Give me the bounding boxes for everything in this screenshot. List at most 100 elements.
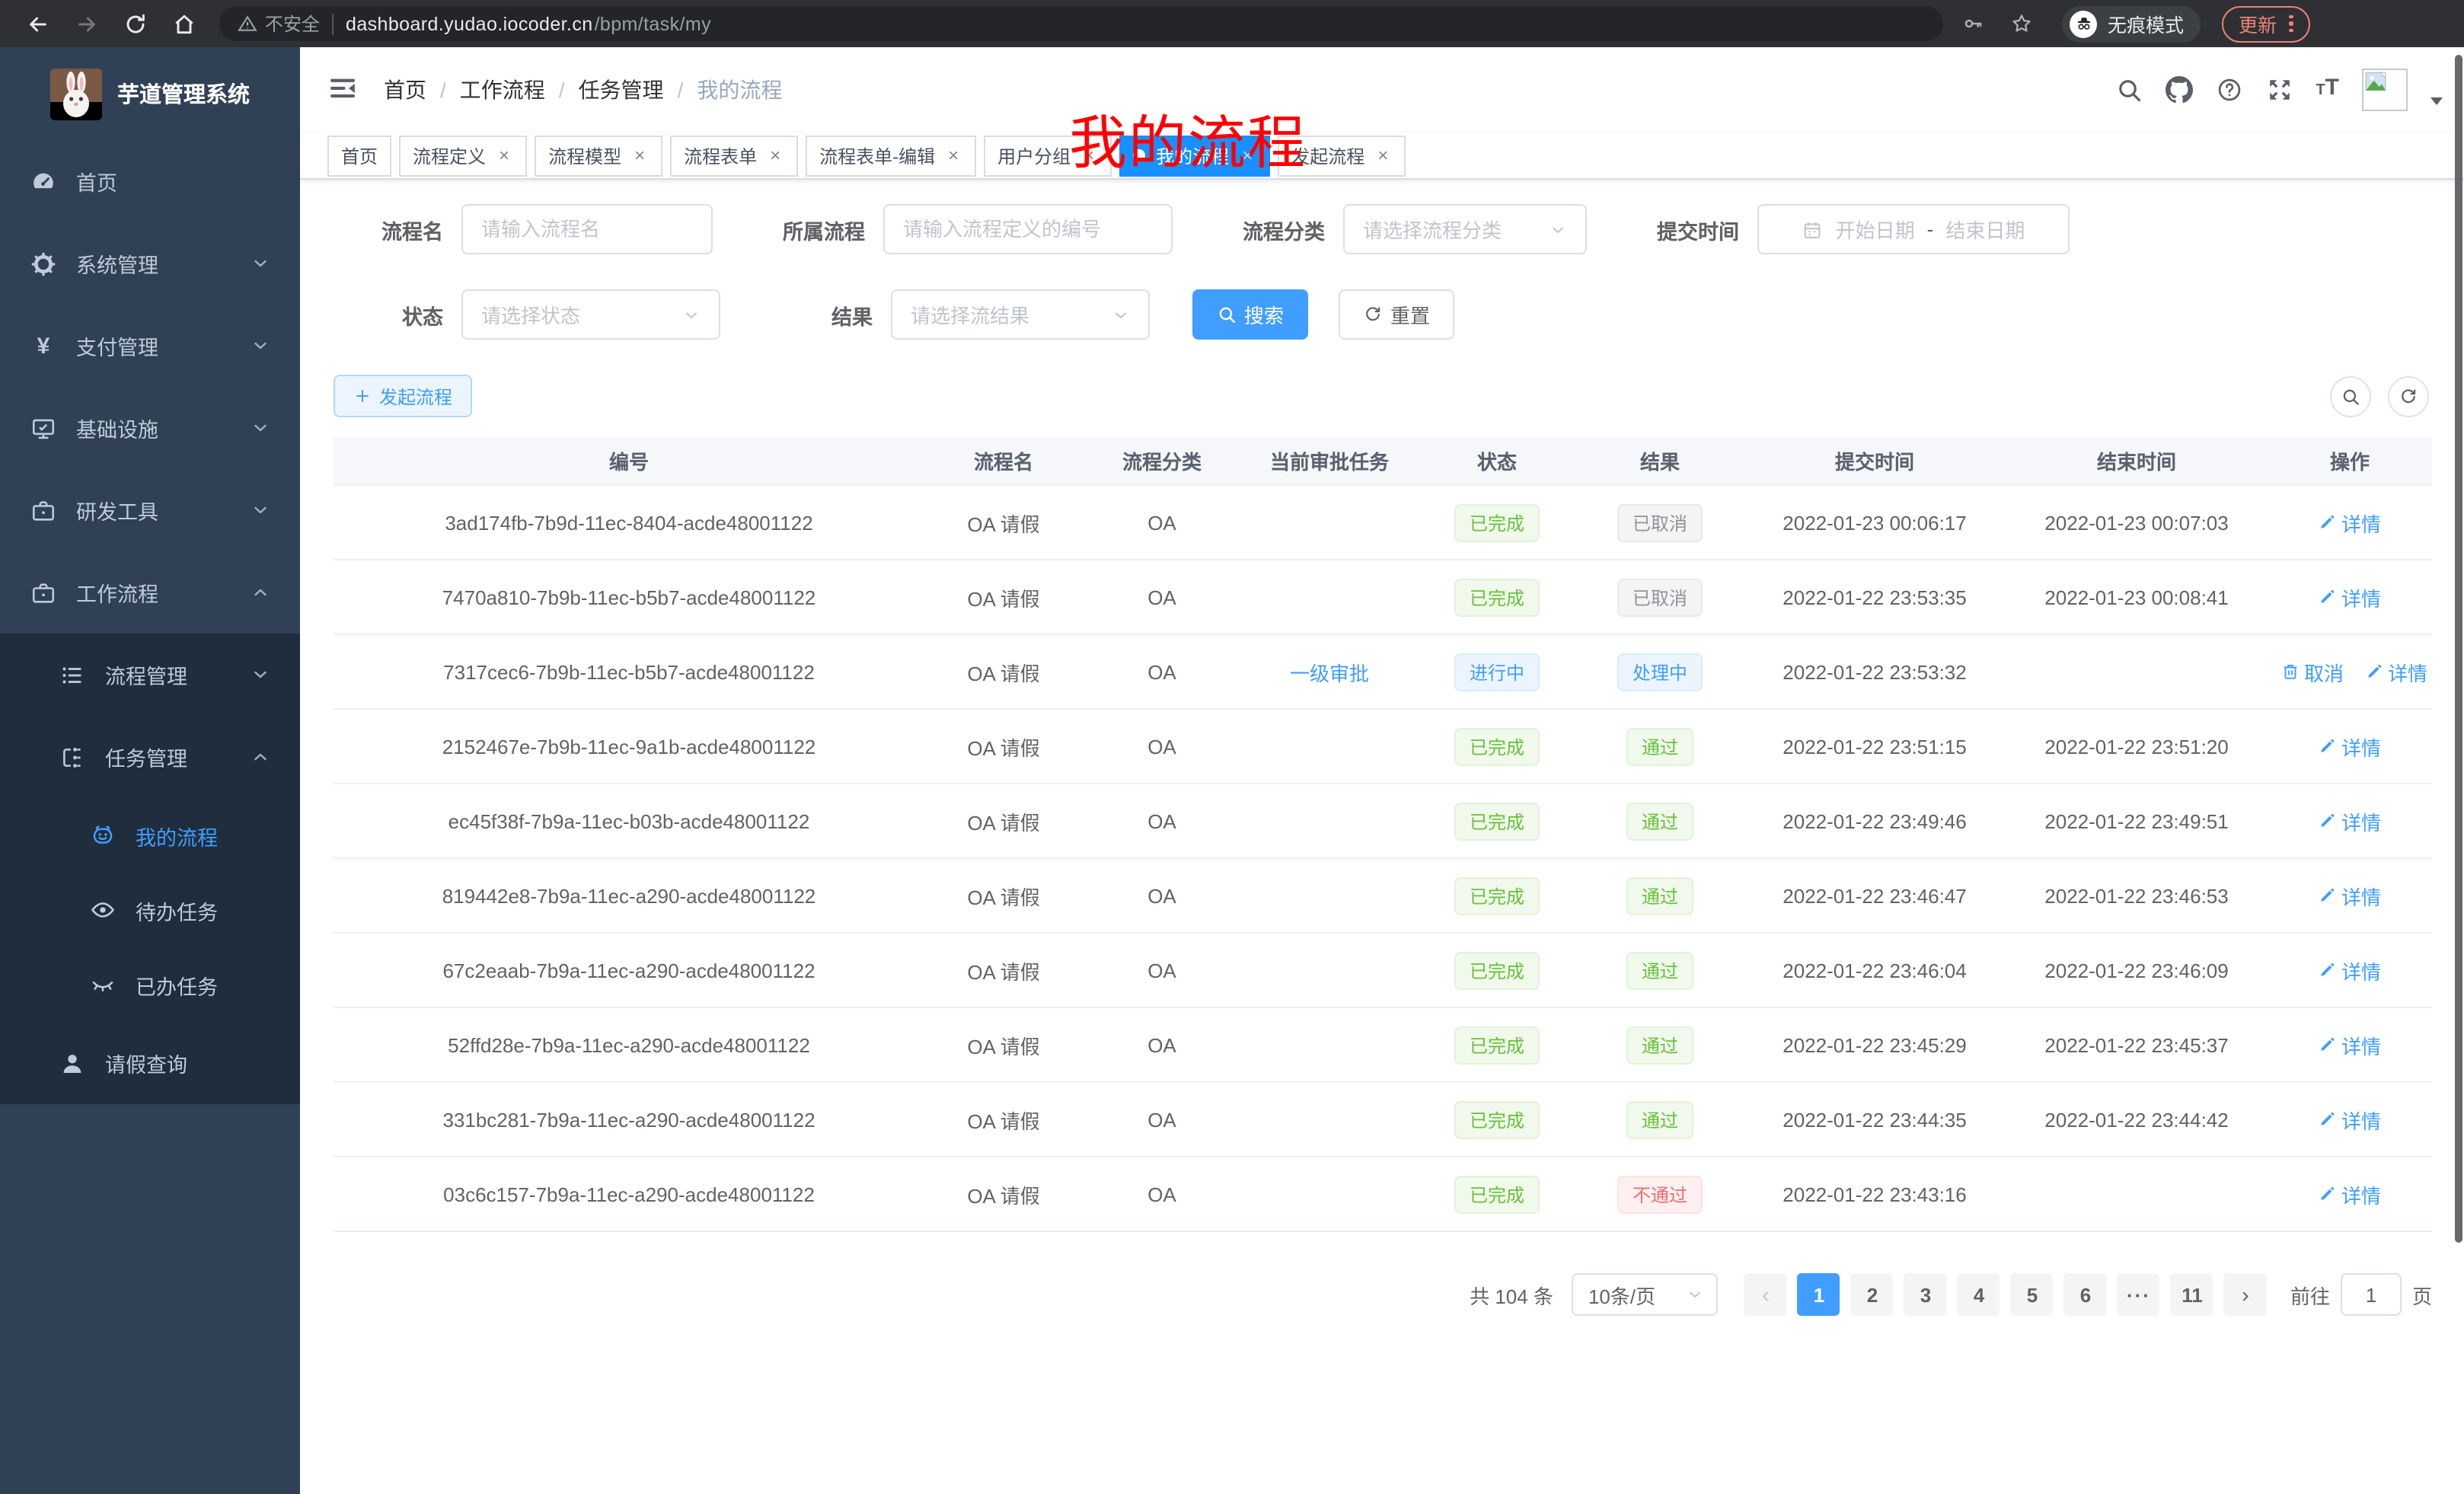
more-pages-button[interactable]: ··· xyxy=(2118,1273,2160,1316)
close-icon[interactable]: × xyxy=(1080,145,1098,166)
sidebar-toggle-icon[interactable] xyxy=(327,73,361,107)
detail-link[interactable]: 详情 xyxy=(2319,1180,2381,1208)
page-button-5[interactable]: 5 xyxy=(2011,1273,2054,1316)
cell-result: 已取消 xyxy=(1576,560,1744,634)
close-icon[interactable]: × xyxy=(630,145,649,166)
cell-id: 67c2eaab-7b9a-11ec-a290-acde48001122 xyxy=(334,933,924,1007)
reload-icon[interactable] xyxy=(116,4,155,43)
cell-actions: 取消详情 xyxy=(2268,634,2432,709)
detail-link[interactable]: 详情 xyxy=(2319,732,2381,761)
navbar-actions: TT xyxy=(2115,69,2443,111)
tab-process-model[interactable]: 流程模型 × xyxy=(535,135,662,176)
filter-def-input[interactable] xyxy=(883,204,1173,254)
sidebar-item-process-mgmt[interactable]: 流程管理 xyxy=(0,634,300,716)
sidebar-item-system[interactable]: 系统管理 xyxy=(0,222,300,305)
detail-link[interactable]: 详情 xyxy=(2319,956,2381,985)
tab-process-form[interactable]: 流程表单× xyxy=(670,135,798,176)
close-icon[interactable]: × xyxy=(1374,145,1392,166)
detail-link[interactable]: 详情 xyxy=(2319,881,2381,910)
sidebar-item-label: 支付管理 xyxy=(76,330,158,361)
fullscreen-icon[interactable] xyxy=(2265,76,2293,104)
cancel-link[interactable]: 取消 xyxy=(2281,657,2344,686)
page-button-11[interactable]: 11 xyxy=(2171,1273,2213,1316)
sidebar-item-done-tasks[interactable]: 已办任务 xyxy=(0,947,300,1022)
cell-status: 已完成 xyxy=(1418,858,1576,933)
tab-my-process[interactable]: 我的流程× xyxy=(1119,135,1270,176)
avatar-caret-icon[interactable] xyxy=(2430,97,2443,104)
close-icon[interactable]: × xyxy=(1238,145,1256,166)
column-header: 结束时间 xyxy=(2006,437,2268,485)
tab-home[interactable]: 首页 xyxy=(327,135,391,176)
tab-label: 用户分组 xyxy=(997,142,1071,168)
search-button[interactable]: 搜索 xyxy=(1192,289,1308,340)
monitor-icon xyxy=(30,415,56,441)
filter-name-input[interactable] xyxy=(461,204,713,254)
address-bar[interactable]: 不安全 dashboard.yudao.iocoder.cn/bpm/task/… xyxy=(219,6,1943,41)
search-icon[interactable] xyxy=(2115,76,2142,104)
prev-page-button[interactable]: ‹ xyxy=(1744,1273,1787,1316)
detail-link[interactable]: 详情 xyxy=(2319,1030,2381,1059)
tab-start-process[interactable]: 发起流程× xyxy=(1278,135,1406,176)
close-icon[interactable]: × xyxy=(944,145,962,166)
sidebar-item-my-process[interactable]: 我的流程 xyxy=(0,798,300,873)
filter-time-range[interactable]: 开始日期 - 结束日期 xyxy=(1757,204,2070,254)
close-icon[interactable]: × xyxy=(495,145,513,166)
sidebar-item-devtools[interactable]: 研发工具 xyxy=(0,469,300,551)
avatar[interactable] xyxy=(2362,69,2408,111)
filter-result-select[interactable]: 请选择流结果 xyxy=(891,289,1150,340)
detail-link[interactable]: 详情 xyxy=(2319,508,2381,537)
sidebar-item-todo-tasks[interactable]: 待办任务 xyxy=(0,873,300,947)
cell-task xyxy=(1241,784,1418,858)
detail-link[interactable]: 详情 xyxy=(2319,806,2381,835)
close-icon[interactable]: × xyxy=(766,145,784,166)
filter-status-select[interactable]: 请选择状态 xyxy=(461,289,720,340)
cell-status: 已完成 xyxy=(1418,1007,1576,1082)
help-icon[interactable] xyxy=(2215,76,2242,104)
sidebar-item-leave-query[interactable]: 请假查询 xyxy=(0,1022,300,1104)
page-size-select[interactable]: 10条/页 xyxy=(1572,1273,1718,1316)
page-button-2[interactable]: 2 xyxy=(1851,1273,1894,1316)
back-icon[interactable] xyxy=(18,4,58,43)
page-button-1[interactable]: 1 xyxy=(1798,1273,1840,1316)
breadcrumb-item[interactable]: 首页 xyxy=(384,75,426,105)
github-icon[interactable] xyxy=(2165,76,2192,104)
detail-link[interactable]: 详情 xyxy=(2319,1105,2381,1134)
logo-row[interactable]: 芋道管理系统 xyxy=(0,47,300,126)
hide-search-button[interactable] xyxy=(2330,375,2371,417)
page-button-4[interactable]: 4 xyxy=(1958,1273,2000,1316)
tab-user-group[interactable]: 用户分组 × xyxy=(984,135,1112,176)
tab-process-form-edit[interactable]: 流程表单-编辑× xyxy=(806,135,976,176)
sidebar-item-infra[interactable]: 基础设施 xyxy=(0,387,300,469)
key-icon[interactable] xyxy=(1952,4,1992,43)
sidebar-item-task-mgmt[interactable]: 任务管理 xyxy=(0,716,300,798)
home-icon[interactable] xyxy=(164,4,204,43)
browser-menu-icon[interactable] xyxy=(2289,14,2293,34)
update-button[interactable]: 更新 xyxy=(2222,5,2309,42)
font-size-icon[interactable]: TT xyxy=(2316,75,2339,105)
active-tab-dot xyxy=(1133,149,1145,161)
page-button-6[interactable]: 6 xyxy=(2064,1273,2107,1316)
sidebar-item-workflow[interactable]: 工作流程 xyxy=(0,551,300,634)
tab-process-def[interactable]: 流程定义× xyxy=(399,135,527,176)
sidebar-item-payment[interactable]: ¥支付管理 xyxy=(0,305,300,387)
table-row: 52ffd28e-7b9a-11ec-a290-acde48001122OA 请… xyxy=(334,1007,2432,1082)
create-process-button[interactable]: 发起流程 xyxy=(334,375,472,417)
tab-label: 首页 xyxy=(341,142,378,168)
security-warning[interactable]: 不安全 xyxy=(238,11,320,37)
cell-submit-time: 2022-01-22 23:45:29 xyxy=(1744,1007,2006,1082)
tab-label: 流程模型 xyxy=(548,142,621,168)
scrollbar-thumb[interactable] xyxy=(2455,55,2462,1243)
detail-link[interactable]: 详情 xyxy=(2365,657,2427,686)
bookmark-star-icon[interactable] xyxy=(2001,4,2041,43)
detail-link[interactable]: 详情 xyxy=(2319,583,2381,611)
forward-icon[interactable] xyxy=(67,4,107,43)
page-button-3[interactable]: 3 xyxy=(1904,1273,1947,1316)
next-page-button[interactable]: › xyxy=(2224,1273,2267,1316)
goto-page-input[interactable] xyxy=(2341,1273,2402,1316)
cell-name: OA 请假 xyxy=(924,1157,1083,1231)
refresh-table-button[interactable] xyxy=(2388,375,2429,417)
sidebar-item-home[interactable]: 首页 xyxy=(0,140,300,222)
reset-button[interactable]: 重置 xyxy=(1339,289,1454,340)
cell-status: 已完成 xyxy=(1418,1082,1576,1157)
filter-category-select[interactable]: 请选择流程分类 xyxy=(1343,204,1587,254)
